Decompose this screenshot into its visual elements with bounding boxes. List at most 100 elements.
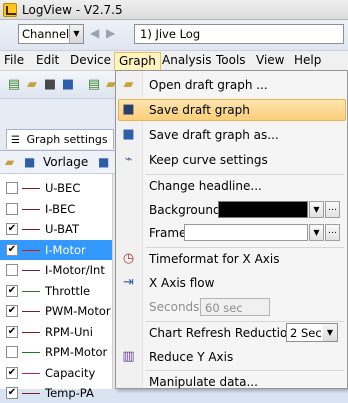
menu-device[interactable]: Device — [70, 53, 111, 67]
menu-item-save-draft[interactable]: ■ Save draft graph — [116, 99, 347, 121]
chevron-down-icon[interactable]: ▼ — [309, 224, 324, 241]
channel-color-line — [22, 208, 40, 210]
channel-name: I-Motor — [45, 242, 86, 257]
background-label: Background — [149, 203, 221, 217]
open-folder-icon[interactable]: ▰ — [24, 77, 40, 93]
top-toolbar: Channel1 ▼ ◀ ▶ 1) Jive Log — [0, 20, 348, 51]
refresh-reduction-label: Chart Refresh Reduction — [149, 326, 295, 340]
channel-row[interactable]: ✔ I-Motor — [0, 239, 112, 260]
channel-select[interactable]: Channel1 ▼ — [18, 24, 84, 44]
channel-color-line — [22, 352, 40, 353]
frame-label: Frame — [149, 226, 187, 240]
chevron-down-icon[interactable]: ▼ — [69, 25, 83, 43]
channel-row[interactable]: I-Motor/Int — [0, 260, 112, 280]
channel-row[interactable]: ✔ Temp-PA — [0, 383, 112, 403]
menu-item-reduce-y[interactable]: ▥ Reduce Y Axis — [116, 346, 347, 368]
seconds-input: 60 sec — [200, 298, 270, 316]
channel-row[interactable]: I-BEC — [0, 199, 112, 219]
add-icon[interactable]: ▤ — [86, 77, 102, 93]
menu-file[interactable]: File — [4, 53, 24, 67]
curve-settings-icon: ⌁ — [124, 152, 133, 167]
forward-arrow-icon[interactable]: ▶ — [106, 26, 120, 40]
menu-item-save-draft-as[interactable]: ■ Save draft graph as... — [116, 124, 347, 146]
channel-color-line — [22, 229, 40, 230]
channel-checkbox[interactable] — [6, 346, 18, 358]
channel-checkbox[interactable]: ✔ — [6, 243, 18, 256]
channel-name: Capacity — [45, 365, 96, 380]
channel-color-line — [22, 188, 40, 189]
more-options-icon[interactable]: … — [325, 224, 340, 241]
refresh-reduction-value: 2 Sec. — [290, 326, 326, 340]
menu-item-keep-curve[interactable]: ⌁ Keep curve settings — [116, 149, 347, 171]
channel-name: PWM-Motor — [45, 304, 111, 318]
menu-analysis[interactable]: Analysis — [162, 53, 211, 67]
save-preset-as-icon[interactable]: ■ — [98, 155, 109, 169]
channel-checkbox[interactable]: ✔ — [6, 325, 18, 338]
chevron-down-icon[interactable]: ▼ — [309, 201, 324, 218]
channel-color-line — [22, 393, 40, 394]
tab-graph-settings-label: Graph settings — [26, 133, 108, 146]
channel-name: U-BEC — [45, 181, 81, 195]
title-bar: LogView - V2.7.5 — [0, 0, 348, 20]
channel-row[interactable]: ✔ U-BAT — [0, 219, 112, 239]
app-logo-icon — [3, 3, 17, 17]
menu-item-change-headline[interactable]: Change headline... — [116, 175, 347, 197]
menu-item-manipulate[interactable]: Manipulate data... — [116, 371, 347, 393]
menu-graph[interactable]: Graph — [114, 52, 161, 71]
channel-checkbox[interactable] — [6, 202, 18, 215]
reduce-axis-icon: ▥ — [122, 349, 135, 364]
tab-graph-settings[interactable]: ☰ Graph settings — [6, 129, 114, 149]
back-arrow-icon[interactable]: ◀ — [90, 26, 104, 40]
log-select[interactable]: 1) Jive Log — [134, 24, 344, 44]
channel-color-line — [22, 311, 40, 312]
save-as-icon[interactable]: ■ — [60, 77, 76, 93]
channel-row[interactable]: U-BEC — [0, 178, 112, 198]
menu-item-save-draft-label: Save draft graph — [149, 103, 250, 117]
menu-item-seconds: Seconds 60 sec — [116, 296, 347, 318]
more-options-icon[interactable]: … — [325, 201, 340, 218]
log-select-value: 1) Jive Log — [140, 27, 201, 41]
open-folder-icon: ▰ — [123, 77, 134, 92]
save-preset-icon[interactable]: ■ — [24, 155, 35, 169]
preset-label: Vorlage — [43, 155, 89, 169]
refresh-reduction-select[interactable]: 2 Sec. ▼ — [286, 323, 338, 342]
channel-name: RPM-Uni — [45, 324, 93, 339]
channel-checkbox[interactable]: ✔ — [6, 284, 18, 297]
menu-edit[interactable]: Edit — [36, 53, 59, 67]
menu-help[interactable]: Help — [294, 53, 321, 67]
graph-menu: ▰ Open draft graph ... ■ Save draft grap… — [115, 70, 348, 389]
menu-view[interactable]: View — [256, 53, 284, 67]
frame-color-swatch[interactable] — [184, 224, 308, 241]
window-title: LogView - V2.7.5 — [22, 3, 123, 17]
menu-item-open-draft-label: Open draft graph ... — [149, 78, 268, 92]
channel-color-line — [22, 331, 40, 333]
channel-checkbox[interactable] — [6, 182, 18, 194]
menu-item-open-draft[interactable]: ▰ Open draft graph ... — [116, 74, 347, 96]
channel-checkbox[interactable]: ✔ — [6, 223, 18, 235]
channel-row[interactable]: ✔ Capacity — [0, 363, 112, 383]
channel-row[interactable]: ✔ PWM-Motor — [0, 301, 112, 321]
menu-item-reduce-y-label: Reduce Y Axis — [149, 350, 234, 364]
channel-row[interactable]: ✔ Throttle — [0, 281, 112, 301]
menu-item-x-axis-flow[interactable]: ⇥ X Axis flow — [116, 272, 347, 294]
background-color-swatch[interactable] — [218, 201, 308, 218]
channel-name: I-BEC — [45, 201, 76, 216]
menu-item-timeformat[interactable]: ◷ Timeformat for X Axis — [116, 248, 347, 270]
menu-item-timeformat-label: Timeformat for X Axis — [149, 252, 280, 266]
save-as-icon: ■ — [122, 127, 135, 142]
save-icon[interactable]: ■ — [42, 77, 58, 93]
channel-checkbox[interactable]: ✔ — [6, 366, 18, 379]
channel-checkbox[interactable]: ✔ — [6, 305, 18, 317]
channel-checkbox[interactable] — [6, 264, 18, 276]
file-toolbar: ▤ ▰ ■ ■ ▤ ▰ — [0, 71, 120, 99]
channel-row[interactable]: ✔ RPM-Uni — [0, 322, 112, 342]
channel-color-line — [22, 372, 40, 374]
channel-color-line — [22, 270, 40, 271]
open-preset-icon[interactable]: ▰ — [5, 155, 14, 169]
channel-color-line — [22, 290, 40, 292]
menu-tools[interactable]: Tools — [216, 53, 246, 67]
channel-list: U-BEC I-BEC ✔ U-BAT ✔ I-Motor I-Motor/Int ✔ Thro… — [0, 174, 120, 400]
chevron-down-icon[interactable]: ▼ — [323, 324, 337, 341]
new-file-icon[interactable]: ▤ — [6, 77, 22, 93]
channel-row[interactable]: RPM-Motor — [0, 342, 112, 362]
